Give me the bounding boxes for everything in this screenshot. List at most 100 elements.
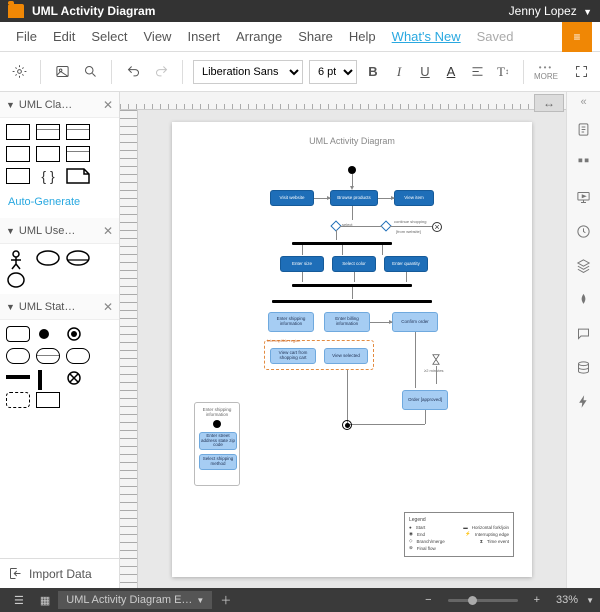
shape-rect[interactable]	[36, 124, 60, 140]
shape-ellipse[interactable]	[6, 272, 30, 288]
search-button[interactable]	[79, 61, 101, 83]
settings-gear-button[interactable]	[8, 61, 30, 83]
menu-whats-new[interactable]: What's New	[384, 29, 469, 44]
redo-button[interactable]	[150, 61, 172, 83]
panel-uml-usecase[interactable]: ▼ UML Use… ✕	[0, 218, 119, 244]
menu-insert[interactable]: Insert	[179, 29, 228, 44]
shape-flowfinal[interactable]	[66, 370, 90, 386]
fullscreen-button[interactable]	[570, 61, 592, 83]
zoom-level[interactable]: 33%	[556, 594, 578, 606]
fork-bar[interactable]	[272, 300, 432, 303]
undo-button[interactable]	[122, 61, 144, 83]
shape-actor[interactable]	[6, 250, 30, 266]
zoom-thumb[interactable]	[468, 596, 477, 605]
shape-vbar[interactable]	[36, 370, 60, 386]
layers-button[interactable]	[567, 248, 600, 282]
menu-help[interactable]: Help	[341, 29, 384, 44]
activity-enter-qty[interactable]: Enter quantity	[384, 256, 428, 272]
activity-enter-size[interactable]: Enter size	[280, 256, 324, 272]
panel-uml-class[interactable]: ▼ UML Cla… ✕	[0, 92, 119, 118]
zoom-in-button[interactable]: +	[526, 594, 548, 606]
activity-enter-address[interactable]: Enter street address state zip code	[199, 432, 237, 450]
shape-ellipse[interactable]	[36, 250, 60, 266]
close-panel-icon[interactable]: ✕	[103, 224, 113, 238]
image-button[interactable]	[51, 61, 73, 83]
shape-roundrect[interactable]	[6, 326, 30, 342]
shape-rect[interactable]	[6, 124, 30, 140]
shape-dashed[interactable]	[6, 392, 30, 408]
activity-enter-shipping[interactable]: Enter shipping information	[268, 312, 314, 332]
activity-view-selected[interactable]: View selected	[324, 348, 368, 364]
menu-share[interactable]: Share	[290, 29, 341, 44]
shape-braces[interactable]: { }	[36, 168, 60, 184]
close-panel-icon[interactable]: ✕	[103, 300, 113, 314]
shape-hbar[interactable]	[6, 370, 30, 386]
activity-view-cart[interactable]: View cart from shopping cart	[270, 348, 316, 364]
activity-confirm-order[interactable]: Confirm order	[392, 312, 438, 332]
shape-capsule[interactable]	[66, 348, 90, 364]
shape-rect[interactable]	[66, 146, 90, 162]
theme-button[interactable]	[567, 282, 600, 316]
bold-button[interactable]: B	[363, 61, 383, 83]
close-panel-icon[interactable]: ✕	[103, 98, 113, 112]
shape-capsule-split[interactable]	[36, 348, 60, 364]
text-style-button[interactable]: T↕	[493, 61, 513, 83]
shape-rect[interactable]	[66, 124, 90, 140]
shape-rect[interactable]	[36, 146, 60, 162]
page[interactable]: UML Activity Diagram Visit website Brows…	[172, 122, 532, 577]
text-color-button[interactable]: A	[441, 61, 461, 83]
shape-ellipse[interactable]	[66, 250, 90, 266]
activity-view-item[interactable]: View item	[394, 190, 434, 206]
activity-browse[interactable]: Browse products	[330, 190, 378, 206]
flow-final-node[interactable]	[432, 222, 442, 232]
menu-arrange[interactable]: Arrange	[228, 29, 290, 44]
history-button[interactable]	[567, 214, 600, 248]
panel-uml-state[interactable]: ▼ UML Stat… ✕	[0, 294, 119, 320]
user-menu[interactable]: Jenny Lopez ▼	[509, 4, 592, 18]
time-event[interactable]	[432, 354, 440, 365]
font-size-select[interactable]: 6 pt	[309, 60, 357, 84]
data-button[interactable]	[567, 350, 600, 384]
detail-box[interactable]: Enter shipping information Enter street …	[194, 402, 240, 486]
menu-select[interactable]: Select	[83, 29, 135, 44]
activity-select-shipping[interactable]: Select shipping method	[199, 454, 237, 470]
present-button[interactable]	[567, 180, 600, 214]
notes-panel-button[interactable]	[567, 112, 600, 146]
zoom-out-button[interactable]: −	[417, 594, 439, 606]
menu-file[interactable]: File	[8, 29, 45, 44]
document-tab[interactable]: UML Activity Diagram E… ▼	[58, 591, 212, 609]
shape-rect[interactable]	[36, 392, 60, 408]
activity-visit-website[interactable]: Visit website	[270, 190, 314, 206]
document-title[interactable]: UML Activity Diagram	[32, 4, 155, 18]
shape-note[interactable]	[66, 168, 90, 184]
import-data-button[interactable]: Import Data	[0, 558, 119, 588]
menu-view[interactable]: View	[136, 29, 180, 44]
chat-button[interactable]	[567, 316, 600, 350]
actions-button[interactable]	[567, 384, 600, 418]
shape-end[interactable]	[66, 326, 90, 342]
shape-rect[interactable]	[6, 146, 30, 162]
zoom-slider[interactable]	[448, 599, 518, 602]
add-tab-button[interactable]: ＋	[212, 592, 239, 608]
activity-enter-billing[interactable]: Enter billing information	[324, 312, 370, 332]
menu-edit[interactable]: Edit	[45, 29, 83, 44]
grid-view-button[interactable]: ▦	[32, 594, 58, 607]
final-node[interactable]	[342, 420, 352, 430]
list-view-button[interactable]: ☰	[6, 594, 32, 607]
shape-capsule[interactable]	[6, 348, 30, 364]
hamburger-button[interactable]: ≡	[562, 22, 592, 52]
italic-button[interactable]: I	[389, 61, 409, 83]
collapse-right-panel[interactable]: «	[567, 92, 600, 112]
comments-panel-button[interactable]	[567, 146, 600, 180]
underline-button[interactable]: U	[415, 61, 435, 83]
activity-select-color[interactable]: Select color	[332, 256, 376, 272]
canvas[interactable]: UML Activity Diagram Visit website Brows…	[138, 110, 566, 588]
auto-generate-link[interactable]: Auto-Generate	[0, 190, 119, 218]
more-options-button[interactable]: ••• MORE	[534, 63, 558, 81]
shape-rect[interactable]	[6, 168, 30, 184]
align-button[interactable]	[467, 61, 487, 83]
start-node[interactable]	[348, 166, 356, 174]
activity-order-approved[interactable]: Order [approved]	[402, 390, 448, 410]
shape-filled-dot[interactable]	[36, 326, 60, 342]
font-name-select[interactable]: Liberation Sans	[193, 60, 303, 84]
